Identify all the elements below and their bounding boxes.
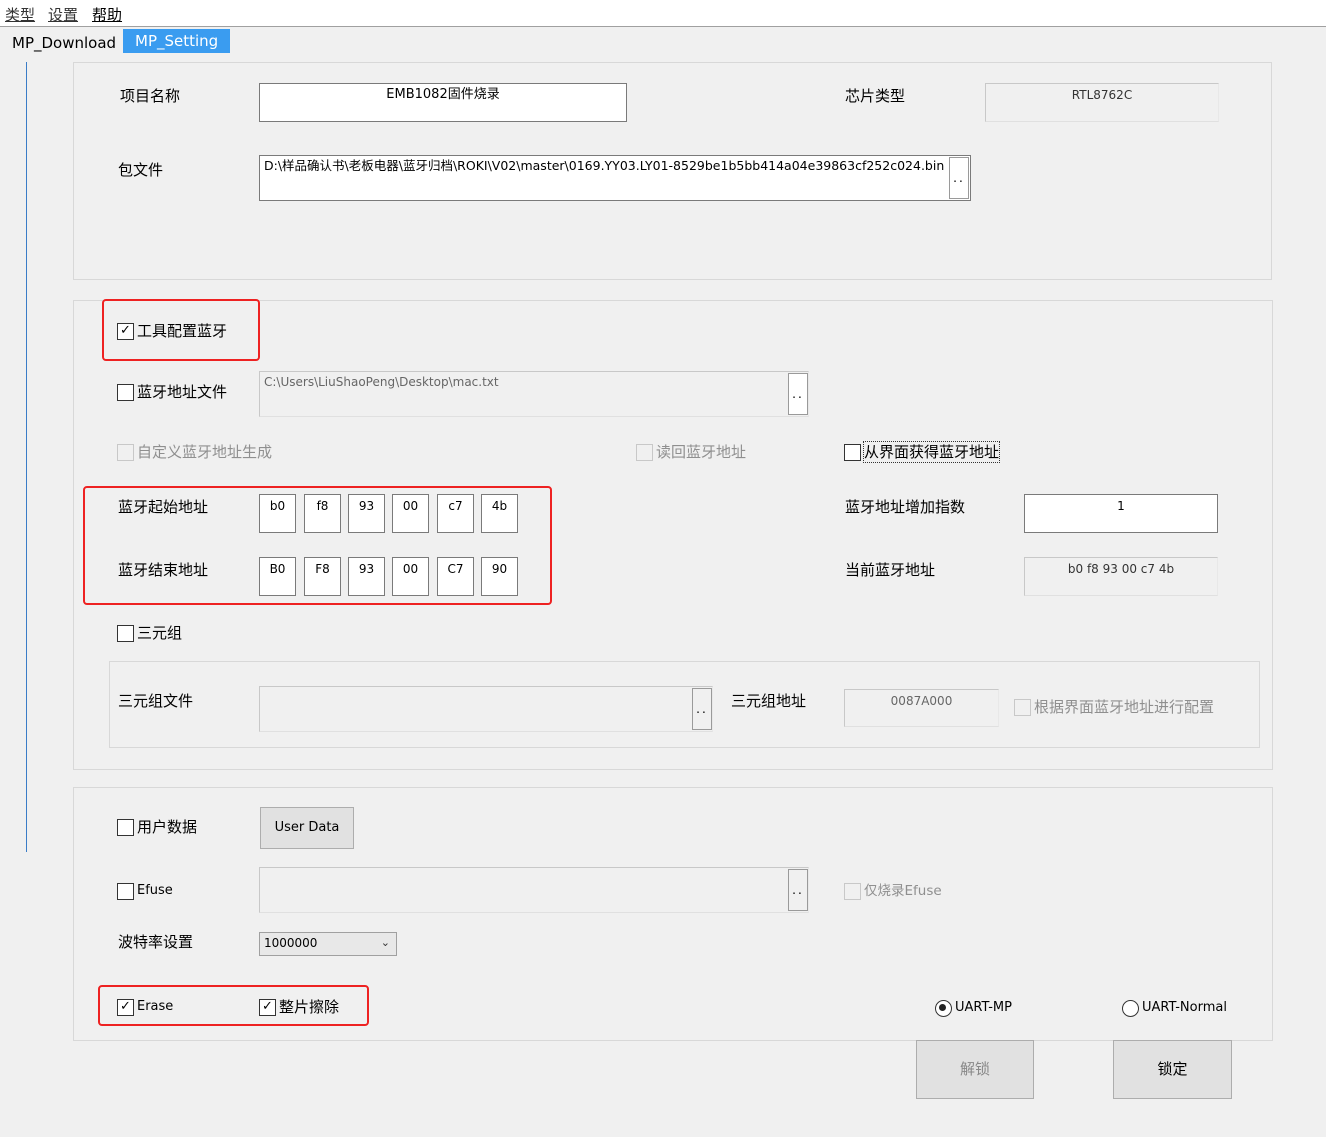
checkbox-icon bbox=[844, 443, 861, 461]
tab-mp-download[interactable]: MP_Download bbox=[6, 31, 122, 55]
bt-end-label: 蓝牙结束地址 bbox=[118, 561, 209, 579]
package-file-field[interactable]: D:\样品确认书\老板电器\蓝牙归档\ROKI\V02\master\0169.… bbox=[259, 155, 971, 201]
lock-button[interactable]: 锁定 bbox=[1113, 1040, 1232, 1099]
radio-icon bbox=[1122, 999, 1139, 1017]
efuse-browse-button[interactable]: .. bbox=[788, 869, 808, 911]
increment-field[interactable]: 1 bbox=[1024, 494, 1218, 533]
checkbox-icon: ✓ bbox=[259, 998, 276, 1016]
menu-bar bbox=[0, 0, 1326, 27]
triple-addr-label: 三元组地址 bbox=[731, 692, 807, 710]
increment-label: 蓝牙地址增加指数 bbox=[845, 498, 966, 516]
user-data-button[interactable]: User Data bbox=[260, 807, 354, 849]
custom-gen-checkbox: 自定义蓝牙地址生成 bbox=[117, 442, 272, 462]
checkbox-icon bbox=[117, 383, 134, 401]
radio-selected-icon bbox=[935, 999, 952, 1017]
uart-mp-radio[interactable]: UART-MP bbox=[935, 998, 1012, 1018]
bt-start-label: 蓝牙起始地址 bbox=[118, 498, 209, 516]
from-ui-checkbox[interactable]: 从界面获得蓝牙地址 bbox=[844, 441, 1001, 463]
baud-value: 1000000 bbox=[264, 936, 318, 950]
tab-mp-setting[interactable]: MP_Setting bbox=[123, 29, 231, 53]
project-name-label: 项目名称 bbox=[120, 87, 181, 105]
bt-start-byte-2[interactable]: f8 bbox=[304, 494, 341, 533]
checkbox-icon: ✓ bbox=[117, 322, 134, 340]
bt-end-byte-1[interactable]: B0 bbox=[259, 557, 296, 596]
efuse-only-checkbox: 仅烧录Efuse bbox=[844, 881, 942, 901]
addr-file-browse-button[interactable]: .. bbox=[788, 373, 808, 415]
tool-config-checkbox[interactable]: ✓ 工具配置蓝牙 bbox=[117, 321, 227, 341]
bt-end-byte-2[interactable]: F8 bbox=[304, 557, 341, 596]
checkbox-icon bbox=[117, 443, 134, 461]
current-addr-label: 当前蓝牙地址 bbox=[845, 561, 936, 579]
checkbox-icon bbox=[117, 624, 134, 642]
triple-file-browse-button[interactable]: .. bbox=[692, 688, 712, 730]
triple-checkbox[interactable]: 三元组 bbox=[117, 623, 182, 643]
bt-start-byte-4[interactable]: 00 bbox=[392, 494, 429, 533]
current-addr-field: b0 f8 93 00 c7 4b bbox=[1024, 557, 1218, 596]
unlock-button[interactable]: 解锁 bbox=[916, 1040, 1034, 1099]
bt-end-byte-4[interactable]: 00 bbox=[392, 557, 429, 596]
user-data-checkbox[interactable]: 用户数据 bbox=[117, 817, 197, 837]
bt-end-byte-3[interactable]: 93 bbox=[348, 557, 385, 596]
package-file-label: 包文件 bbox=[118, 161, 164, 179]
checkbox-icon bbox=[1014, 698, 1031, 716]
package-browse-button[interactable]: .. bbox=[949, 157, 969, 199]
triple-file-label: 三元组文件 bbox=[118, 692, 194, 710]
checkbox-icon bbox=[117, 882, 134, 900]
triple-file-field bbox=[259, 686, 713, 732]
addr-file-checkbox[interactable]: 蓝牙地址文件 bbox=[117, 382, 227, 402]
menu-type[interactable]: 类型 bbox=[5, 4, 35, 25]
bt-start-byte-1[interactable]: b0 bbox=[259, 494, 296, 533]
tab-divider bbox=[26, 62, 27, 852]
checkbox-icon: ✓ bbox=[117, 998, 134, 1016]
chevron-down-icon: ⌄ bbox=[380, 936, 390, 949]
addr-file-field: C:\Users\LiuShaoPeng\Desktop\mac.txt bbox=[259, 371, 809, 417]
project-name-field[interactable]: EMB1082固件烧录 bbox=[259, 83, 627, 122]
checkbox-icon bbox=[844, 882, 861, 900]
efuse-checkbox[interactable]: Efuse bbox=[117, 881, 173, 901]
erase-checkbox[interactable]: ✓ Erase bbox=[117, 997, 173, 1017]
bt-start-byte-5[interactable]: c7 bbox=[437, 494, 474, 533]
chip-type-label: 芯片类型 bbox=[845, 87, 906, 105]
checkbox-icon bbox=[636, 443, 653, 461]
efuse-file-field bbox=[259, 867, 809, 913]
checkbox-icon bbox=[117, 818, 134, 836]
uart-normal-radio[interactable]: UART-Normal bbox=[1122, 998, 1227, 1018]
bt-end-byte-5[interactable]: C7 bbox=[437, 557, 474, 596]
baud-select[interactable]: 1000000 ⌄ bbox=[259, 932, 397, 956]
menu-settings[interactable]: 设置 bbox=[48, 4, 78, 25]
triple-addr-field: 0087A000 bbox=[844, 689, 999, 727]
read-back-checkbox: 读回蓝牙地址 bbox=[636, 442, 746, 462]
bt-start-byte-3[interactable]: 93 bbox=[348, 494, 385, 533]
menu-help[interactable]: 帮助 bbox=[92, 4, 122, 25]
bt-end-byte-6[interactable]: 90 bbox=[481, 557, 518, 596]
chip-type-field: RTL8762C bbox=[985, 83, 1219, 122]
baud-label: 波特率设置 bbox=[118, 933, 194, 951]
full-erase-checkbox[interactable]: ✓ 整片擦除 bbox=[259, 997, 339, 1017]
config-by-ui-checkbox: 根据界面蓝牙地址进行配置 bbox=[1014, 697, 1214, 717]
bt-start-byte-6[interactable]: 4b bbox=[481, 494, 518, 533]
